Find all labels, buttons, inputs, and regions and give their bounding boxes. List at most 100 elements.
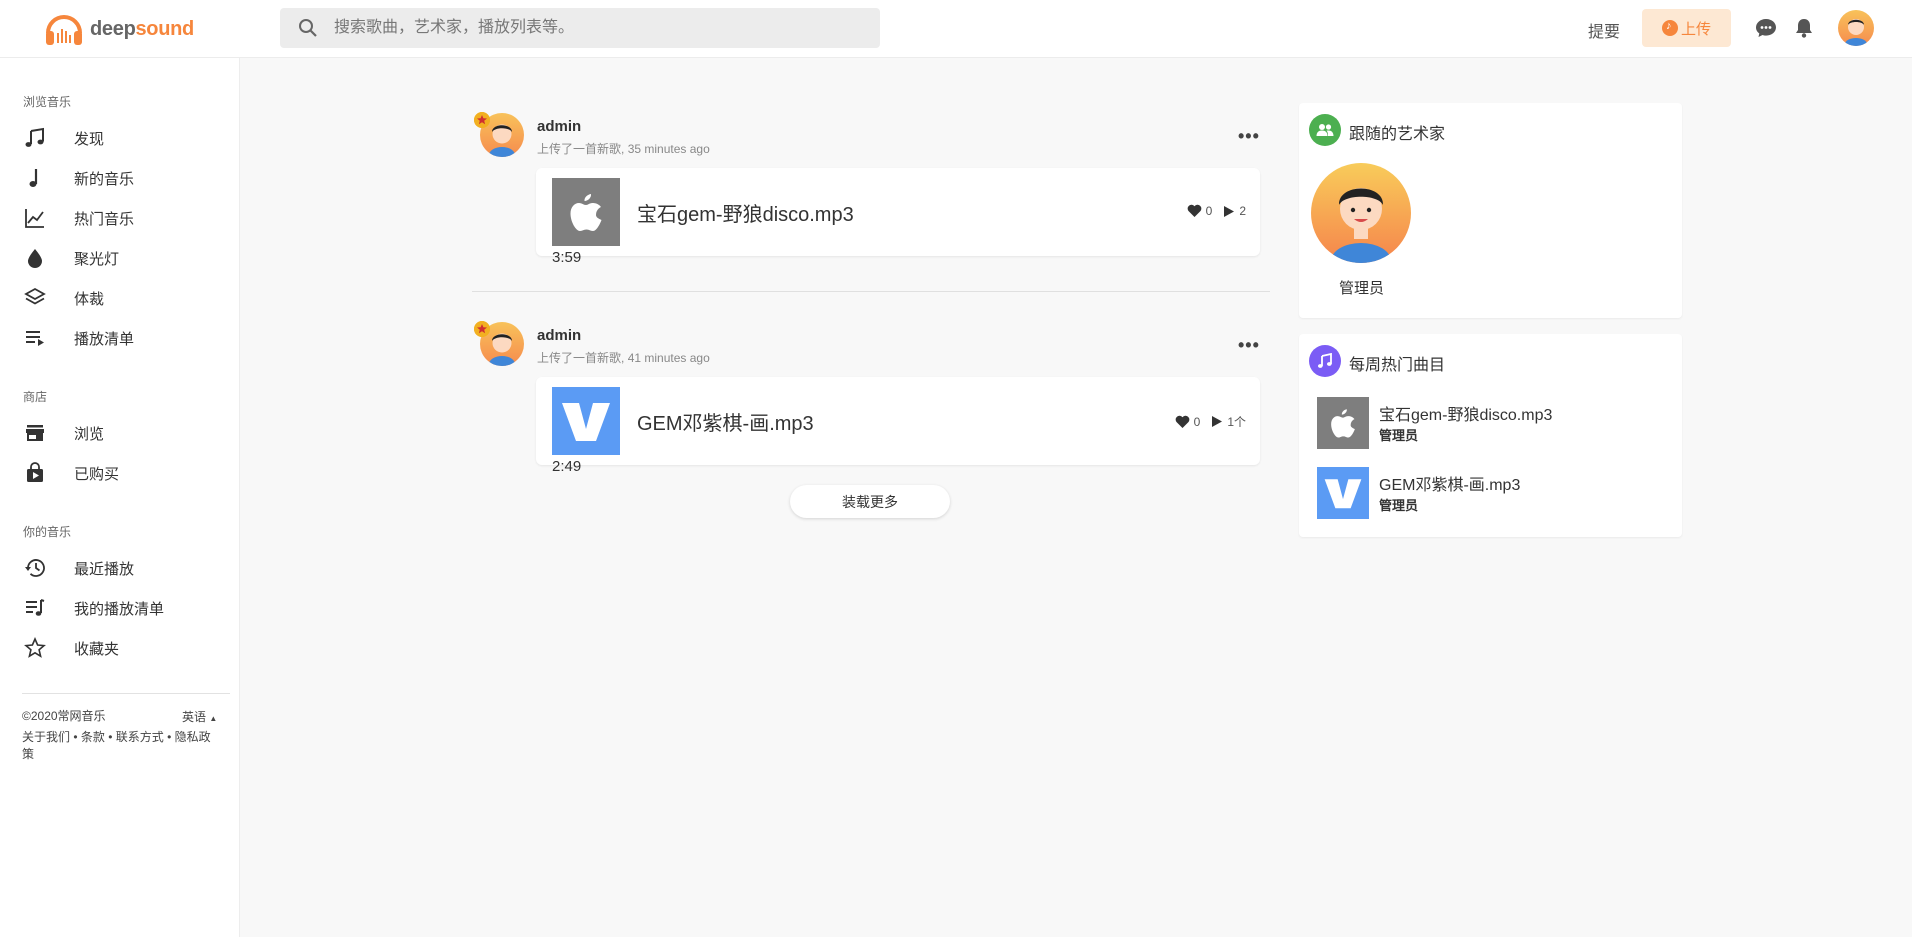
- apple-logo-thumbnail: [1317, 397, 1369, 449]
- sidebar-item-label: 新的音乐: [74, 171, 135, 188]
- medal-badge-icon: [474, 321, 490, 337]
- sidebar: 浏览音乐 发现 新的音乐 热门音乐 聚光灯 体裁 播放清单 商店 浏览 已购买 …: [0, 58, 240, 937]
- history-icon: [25, 559, 45, 577]
- heart-icon[interactable]: [1187, 204, 1202, 218]
- plays-count: 2: [1239, 204, 1246, 218]
- caret-up-icon: ▲: [209, 714, 218, 723]
- track-duration: 2:49: [552, 458, 582, 475]
- play-icon[interactable]: [1211, 415, 1223, 428]
- sidebar-item-favorites[interactable]: 收藏夹: [0, 627, 240, 667]
- sidebar-item-discover[interactable]: 发现: [0, 117, 240, 157]
- drop-icon: [28, 249, 42, 268]
- sidebar-item-label: 我的播放清单: [74, 601, 165, 618]
- music-note-double-icon: [25, 127, 44, 147]
- logo-text: deepsound: [90, 17, 194, 40]
- my-playlist-icon: [26, 599, 45, 616]
- sidebar-item-label: 收藏夹: [74, 641, 120, 658]
- sidebar-item-spotlight[interactable]: 聚光灯: [0, 237, 240, 277]
- copyright: ©2020常网音乐: [22, 709, 106, 723]
- chat-icon[interactable]: [1755, 17, 1777, 39]
- sidebar-divider: [22, 693, 230, 694]
- top-track-artist[interactable]: 管理员: [1379, 425, 1418, 444]
- feed-divider: [472, 291, 1270, 292]
- track-duration: 3:59: [552, 249, 582, 266]
- upload-label: 上传: [1680, 20, 1711, 38]
- sidebar-item-new-music[interactable]: 新的音乐: [0, 157, 240, 197]
- store-icon: [26, 425, 44, 441]
- following-artists-panel: 跟随的艺术家 管理员: [1299, 103, 1682, 318]
- footer-links-wrap[interactable]: 策: [22, 745, 34, 762]
- play-icon[interactable]: [1223, 205, 1235, 218]
- panel-title: 跟随的艺术家: [1349, 126, 1446, 143]
- top-header: deepsound 提要 上传: [0, 0, 1912, 58]
- post-subtitle: 上传了一首新歌, 35 minutes ago: [537, 142, 710, 156]
- more-options-icon[interactable]: •••: [1238, 126, 1260, 147]
- sidebar-item-label: 浏览: [74, 426, 105, 443]
- medal-badge-icon: [474, 112, 490, 128]
- top-track-item[interactable]: 宝石gem-野狼disco.mp3 管理员: [1317, 397, 1677, 449]
- v-logo-thumbnail: [552, 387, 620, 455]
- track-title[interactable]: 宝石gem-野狼disco.mp3: [637, 198, 854, 227]
- post-username[interactable]: admin: [537, 327, 581, 344]
- sidebar-item-purchased[interactable]: 已购买: [0, 452, 240, 492]
- weekly-top-tracks-panel: 每周热门曲目 宝石gem-野狼disco.mp3 管理员 GEM邓紫棋-画.mp…: [1299, 334, 1682, 537]
- sidebar-item-label: 热门音乐: [74, 211, 135, 228]
- likes-count: 0: [1193, 414, 1201, 429]
- v-logo-thumbnail: [1317, 467, 1369, 519]
- heart-icon[interactable]: [1175, 415, 1190, 429]
- sidebar-item-trending[interactable]: 热门音乐: [0, 197, 240, 237]
- sidebar-item-browse[interactable]: 浏览: [0, 412, 240, 452]
- plays-count: 1个: [1227, 415, 1246, 429]
- headphones-logo-icon: [46, 15, 82, 45]
- top-track-title[interactable]: GEM邓紫棋-画.mp3: [1379, 471, 1520, 495]
- sidebar-item-genres[interactable]: 体裁: [0, 277, 240, 317]
- track-card[interactable]: GEM邓紫棋-画.mp3 0 1个: [536, 377, 1260, 465]
- logo[interactable]: deepsound: [44, 8, 194, 50]
- sidebar-item-playlists[interactable]: 播放清单: [0, 317, 240, 357]
- feed-post: admin 上传了一首新歌, 41 minutes ago ••• GEM邓紫棋…: [470, 319, 1270, 479]
- search-icon: [299, 19, 317, 37]
- top-track-item[interactable]: GEM邓紫棋-画.mp3 管理员: [1317, 467, 1677, 519]
- section-title-your-music: 你的音乐: [23, 525, 72, 539]
- track-title[interactable]: GEM邓紫棋-画.mp3: [637, 407, 814, 436]
- section-title-browse: 浏览音乐: [23, 95, 72, 109]
- trending-chart-icon: [25, 209, 44, 228]
- artist-name[interactable]: 管理员: [1339, 277, 1384, 298]
- sidebar-item-label: 最近播放: [74, 561, 135, 578]
- language-label: 英语: [182, 710, 207, 724]
- upload-music-icon: [1661, 20, 1678, 36]
- bell-icon[interactable]: [1793, 17, 1815, 39]
- shopping-bag-icon: [27, 462, 43, 482]
- apple-logo-thumbnail: [552, 178, 620, 246]
- track-stats: 0 1个: [1175, 413, 1246, 430]
- people-icon: [1309, 114, 1341, 146]
- search-bar[interactable]: [280, 8, 880, 48]
- layers-icon: [24, 287, 46, 305]
- footer-links[interactable]: 关于我们 • 条款 • 联系方式 • 隐私政: [22, 728, 211, 745]
- sidebar-item-recent[interactable]: 最近播放: [0, 547, 240, 587]
- load-more-button[interactable]: 装载更多: [790, 485, 950, 518]
- sidebar-item-label: 聚光灯: [74, 251, 120, 268]
- artist-avatar[interactable]: [1311, 163, 1411, 263]
- feed-link[interactable]: 提要: [1588, 18, 1620, 42]
- panel-title: 每周热门曲目: [1349, 357, 1446, 374]
- post-username[interactable]: admin: [537, 118, 581, 135]
- music-note-icon: [1309, 345, 1341, 377]
- sidebar-item-label: 体裁: [74, 291, 105, 308]
- top-track-artist[interactable]: 管理员: [1379, 495, 1418, 514]
- likes-count: 0: [1205, 204, 1213, 218]
- post-time: 41 minutes ago: [627, 351, 710, 365]
- track-card[interactable]: 宝石gem-野狼disco.mp3 0 2: [536, 168, 1260, 256]
- music-note-icon: [29, 169, 38, 187]
- top-track-title[interactable]: 宝石gem-野狼disco.mp3: [1379, 401, 1552, 425]
- language-selector[interactable]: 英语 ▲: [182, 708, 217, 725]
- track-stats: 0 2: [1187, 204, 1246, 218]
- upload-button[interactable]: 上传: [1642, 9, 1731, 47]
- search-input[interactable]: [332, 18, 856, 38]
- user-avatar[interactable]: [1838, 10, 1874, 46]
- sidebar-item-my-playlists[interactable]: 我的播放清单: [0, 587, 240, 627]
- sidebar-item-label: 已购买: [74, 466, 120, 483]
- more-options-icon[interactable]: •••: [1238, 335, 1260, 356]
- section-title-store: 商店: [23, 390, 48, 404]
- star-icon: [24, 637, 46, 658]
